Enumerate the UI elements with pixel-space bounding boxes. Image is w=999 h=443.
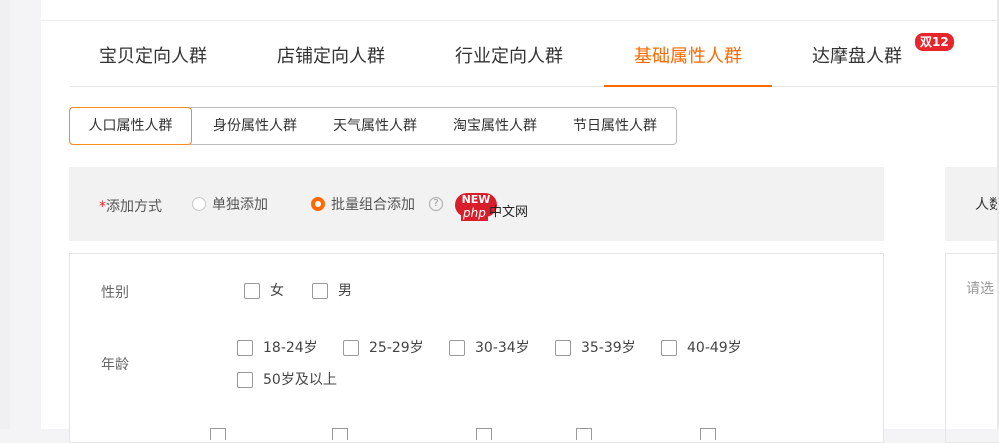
attribute-form: 性别 女 男 年龄 18-24岁 25-29岁 30-34岁 35-39岁 40… <box>69 253 884 443</box>
left-gutter <box>0 0 10 429</box>
checkbox-icon[interactable] <box>576 428 592 440</box>
radio-off-icon[interactable] <box>192 197 206 211</box>
estimate-title: 人数 <box>975 197 999 213</box>
tab-item-crowd[interactable]: 宝贝定向人群 <box>99 42 207 86</box>
tab-shop-crowd[interactable]: 店铺定向人群 <box>277 42 385 86</box>
double12-badge: 双12 <box>914 32 955 52</box>
crowd-tabs: 宝贝定向人群 店铺定向人群 行业定向人群 基础属性人群 达摩盘人群 <box>70 32 999 87</box>
subtab-population[interactable]: 人口属性人群 <box>69 107 192 145</box>
subtab-festival[interactable]: 节日属性人群 <box>556 108 674 144</box>
checkbox-icon[interactable] <box>476 428 492 440</box>
subtab-taobao[interactable]: 淘宝属性人群 <box>436 108 554 144</box>
radio-single-label: 单独添加 <box>212 197 268 213</box>
tab-damopan-crowd[interactable]: 达摩盘人群 <box>812 42 902 86</box>
age-label: 年龄 <box>101 357 129 373</box>
checkbox-icon[interactable] <box>332 428 348 440</box>
estimate-card-header: 人数 <box>945 167 999 241</box>
checkbox-icon[interactable] <box>449 340 465 356</box>
main-panel: 宝贝定向人群 店铺定向人群 行业定向人群 基础属性人群 达摩盘人群 双12 人口… <box>41 0 999 443</box>
required-mark: * <box>99 199 106 215</box>
checkbox-icon[interactable] <box>661 340 677 356</box>
subtab-identity[interactable]: 身份属性人群 <box>196 108 314 144</box>
gender-label: 性别 <box>101 285 129 301</box>
add-method-label: *添加方式 <box>99 199 162 215</box>
estimate-placeholder: 请选 <box>966 281 994 297</box>
checkbox-icon[interactable] <box>237 340 253 356</box>
checkbox-icon[interactable] <box>343 340 359 356</box>
estimate-card-body: 请选 <box>945 253 999 443</box>
radio-batch-label: 批量组合添加 <box>331 197 415 213</box>
checkbox-icon[interactable] <box>244 283 260 299</box>
checkbox-icon[interactable] <box>555 340 571 356</box>
checkbox-icon[interactable] <box>312 283 328 299</box>
watermark-php: php <box>461 205 488 221</box>
watermark-suffix: 中文网 <box>489 205 529 220</box>
checkbox-icon[interactable] <box>700 428 716 440</box>
help-circle-icon[interactable]: ? <box>429 197 443 211</box>
tab-industry-crowd[interactable]: 行业定向人群 <box>455 42 563 86</box>
subtab-weather[interactable]: 天气属性人群 <box>316 108 434 144</box>
radio-on-icon[interactable] <box>311 197 325 211</box>
subtab-group: 人口属性人群 身份属性人群 天气属性人群 淘宝属性人群 节日属性人群 <box>69 107 677 145</box>
tab-basic-attribute-crowd[interactable]: 基础属性人群 <box>604 42 772 87</box>
checkbox-icon[interactable] <box>210 428 226 440</box>
checkbox-icon[interactable] <box>237 372 253 388</box>
top-divider <box>41 20 999 21</box>
add-method-bar: *添加方式 单独添加 批量组合添加 ? NEW php 中文网 <box>69 167 884 241</box>
